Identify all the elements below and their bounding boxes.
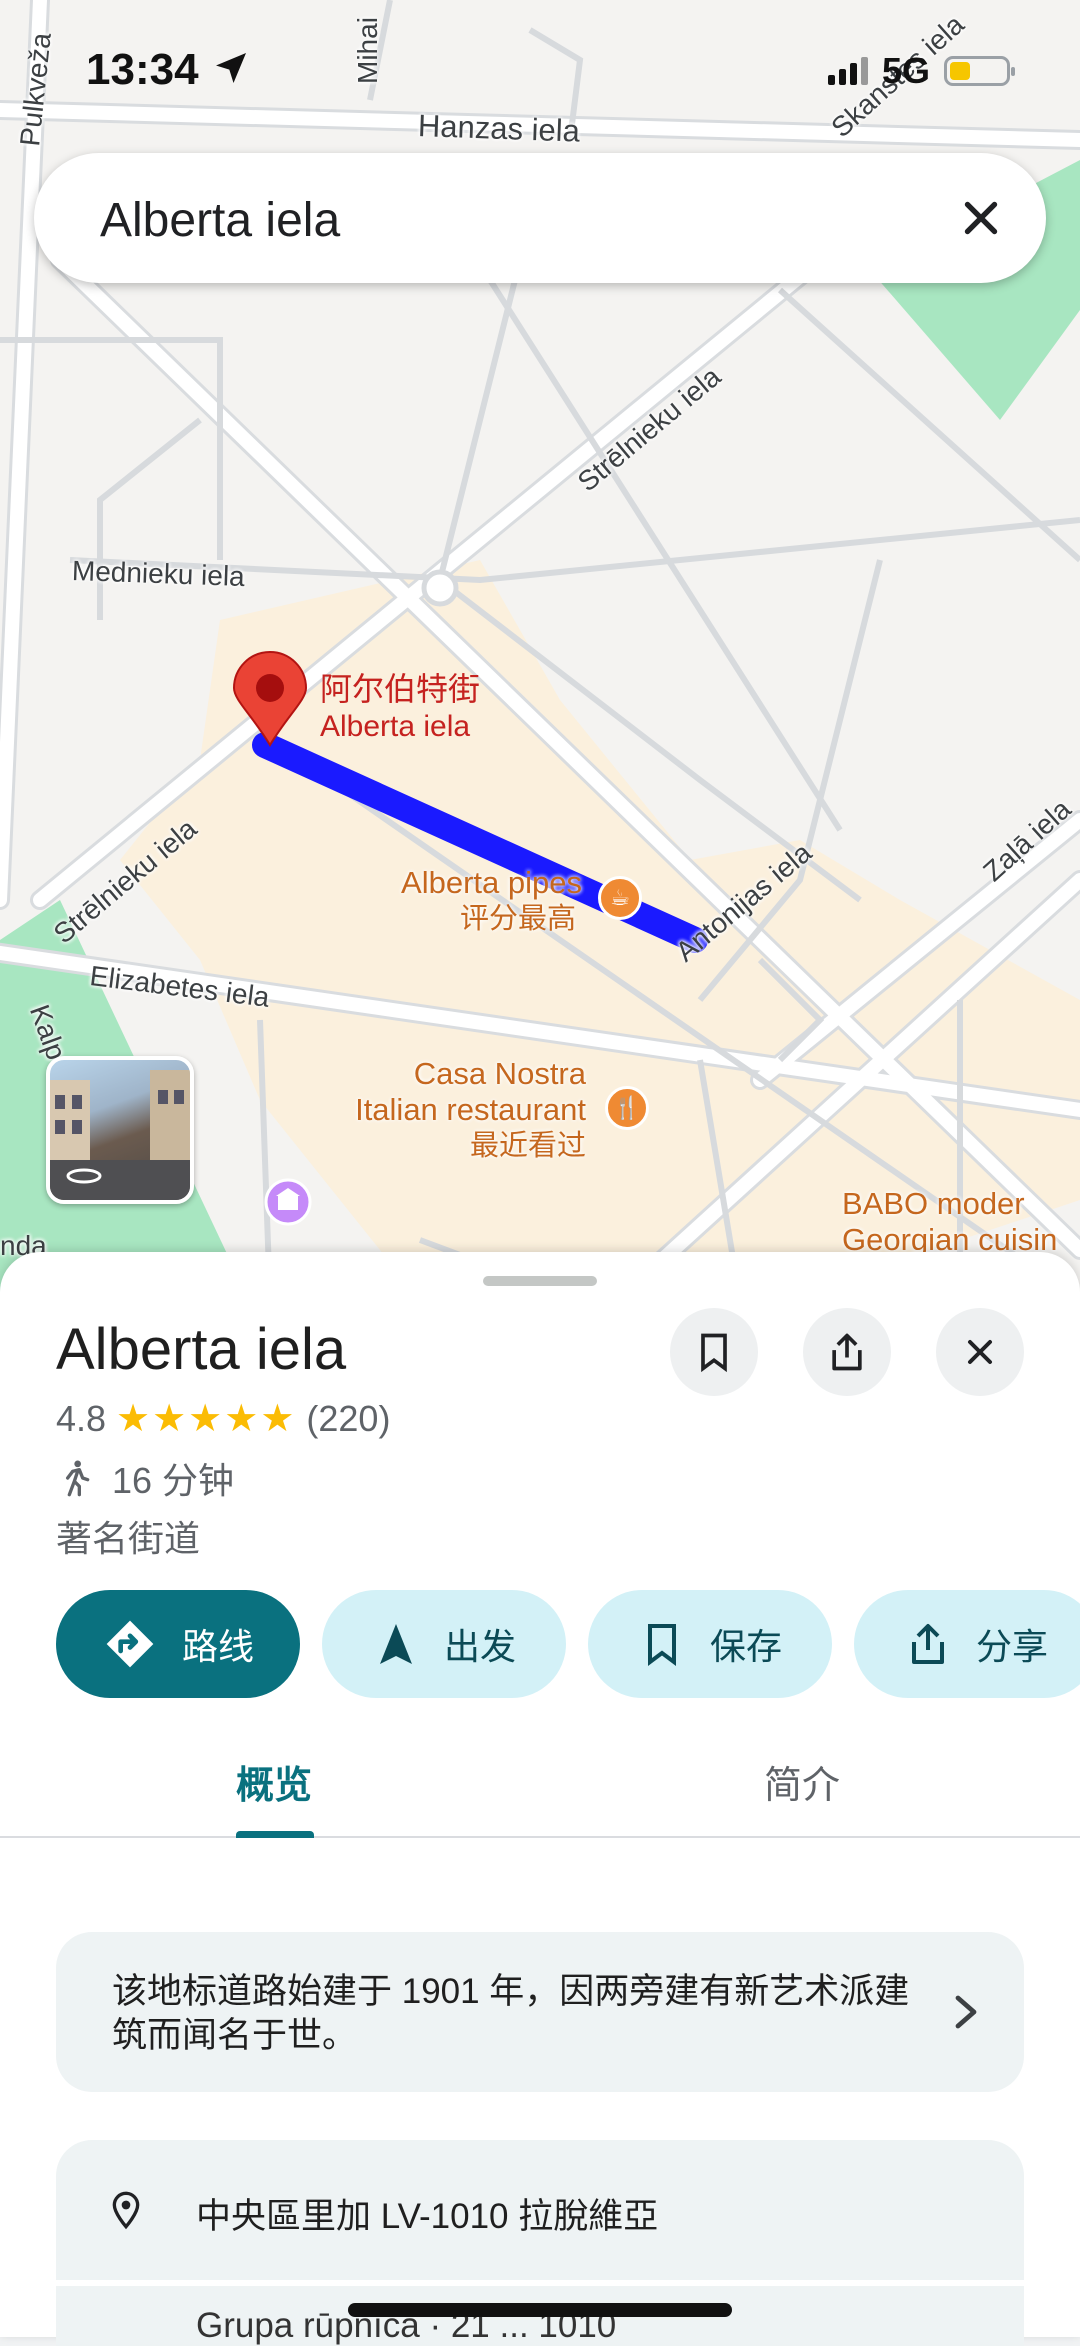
share-button[interactable]: 分享 [854,1590,1080,1698]
close-icon[interactable] [954,191,1008,245]
tab-bar: 概览 简介 [0,1722,1080,1838]
save-round-button[interactable] [670,1308,758,1396]
search-query[interactable]: Alberta iela [100,193,340,248]
address-text: 中央區里加 LV-1010 拉脫維亞 [196,2197,659,2236]
status-indicators: 5G [827,50,1015,92]
map-view[interactable]: Hanzas iela Pulkveža Mihai Skanstes iela… [0,0,1080,1300]
battery-icon [944,56,1015,86]
share-round-button[interactable] [803,1308,891,1396]
close-icon [968,1340,992,1364]
walking-icon [66,1460,90,1497]
location-pin-icon [112,2191,140,2230]
place-category: 著名街道 [56,1518,201,1559]
poi-alberta-pipes[interactable]: Alberta pipes 评分最高 [401,865,582,937]
pin-label[interactable]: 阿尔伯特街 Alberta iela [320,670,480,746]
street-label: Mednieku iela [71,555,246,593]
street-label: Mihai [352,17,383,84]
walk-time: 16 分钟 [112,1460,235,1501]
bookmark-icon [701,1333,727,1373]
navigate-icon [379,1624,412,1664]
place-sheet[interactable]: Alberta iela 4.8 ★★★★★ (220) 16 分钟 著名街道 … [0,1252,1080,2346]
home-indicator[interactable] [348,2303,732,2317]
close-sheet-button[interactable] [936,1308,1024,1396]
search-bar[interactable]: Alberta iela [34,153,1046,283]
description-card[interactable]: 该地标道路始建于 1901 年，因两旁建有新艺术派建筑而闻名于世。 [56,1932,1024,2092]
location-arrow-icon [215,53,246,83]
rating-value: 4.8 [56,1397,107,1439]
poi-babo[interactable]: BABO moder Georgian cuisin [842,1186,1057,1258]
star-rating-icon: ★★★★★ [116,1398,297,1440]
network-type: 5G [881,50,930,91]
bookmark-icon [647,1624,676,1666]
save-button[interactable]: 保存 [588,1590,832,1698]
start-button[interactable]: 出发 [322,1590,566,1698]
restaurant-icon[interactable]: 🍴 [605,1086,649,1130]
tab-overview[interactable]: 概览 [236,1754,312,1809]
action-chips: 路线 出发 保存 分享 [56,1590,1080,1698]
street-label: Hanzas iela [417,108,581,149]
address-row[interactable]: 中央區里加 LV-1010 拉脫維亞 [56,2140,1024,2280]
cafe-icon[interactable]: ☕ [598,876,642,920]
walk-time-row: 16 分钟 [56,1452,234,1504]
share-icon [911,1624,944,1664]
description-text: 该地标道路始建于 1901 年，因两旁建有新艺术派建筑而闻名于世。 [112,1972,910,2055]
status-time: 13:34 [86,45,251,95]
poi-casa-nostra[interactable]: Casa Nostra Italian restaurant 最近看过 [355,1056,586,1164]
tab-about[interactable]: 简介 [764,1754,840,1809]
signal-icon [827,57,868,85]
street-view-thumbnail[interactable] [46,1056,194,1204]
share-icon [832,1333,862,1371]
chevron-right-icon [955,1995,977,2029]
drag-handle[interactable] [483,1276,597,1286]
review-count: (220) [306,1397,391,1439]
directions-button[interactable]: 路线 [56,1590,300,1698]
rating-row[interactable]: 4.8 ★★★★★ (220) [56,1396,390,1441]
place-title: Alberta iela [56,1317,347,1382]
directions-icon [106,1620,154,1668]
active-tab-indicator [236,1831,314,1838]
